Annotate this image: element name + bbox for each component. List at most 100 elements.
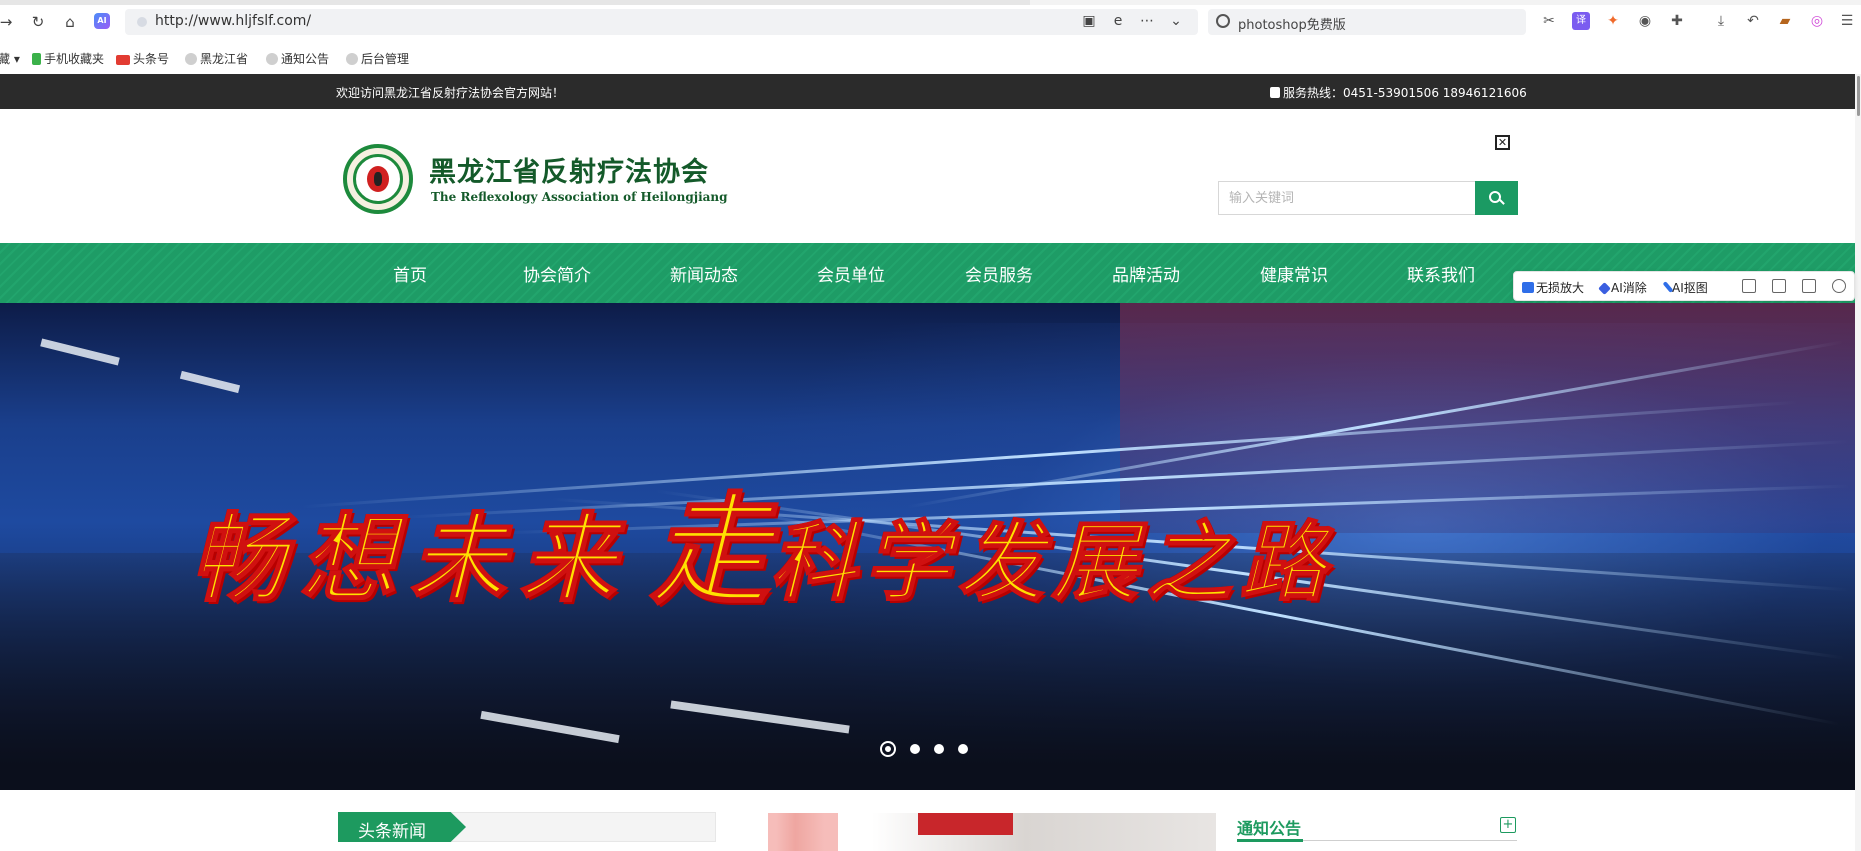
nav-home[interactable]: 首页 (393, 261, 427, 286)
extensions-icon[interactable]: ✚ (1668, 12, 1686, 30)
slide-dot-2[interactable] (910, 744, 920, 754)
site-search-button[interactable] (1475, 181, 1518, 215)
bookmark-admin[interactable]: 后台管理 (346, 50, 409, 67)
browser-toolbar: → ↻ ⌂ AI http://www.hljfslf.com/ ▣ e ⋯ ⌄… (0, 0, 1861, 42)
save-image-icon[interactable] (1802, 279, 1816, 293)
bookmark-notice[interactable]: 通知公告 (266, 50, 329, 67)
site-logo[interactable]: 黑龙江省反射疗法协会 The Reflexology Association o… (343, 144, 728, 216)
nav-news[interactable]: 新闻动态 (670, 261, 738, 286)
slogan-part-1: 畅想未来 (189, 501, 630, 616)
more-icon[interactable]: + (1500, 817, 1516, 833)
nav-contact[interactable]: 联系我们 (1407, 261, 1475, 286)
bookmark-label: 通知公告 (281, 52, 330, 66)
hero-banner[interactable]: 畅想未来 走科学发展之路 (0, 303, 1855, 790)
hotline-text: 服务热线：0451-53901506 18946121606 (1283, 86, 1527, 100)
tab-strip-gap (1030, 0, 1861, 5)
address-bar[interactable]: http://www.hljfslf.com/ ▣ e ⋯ ⌄ (125, 9, 1198, 35)
toolbar-label: AI消除 (1611, 281, 1647, 295)
color-wheel-icon[interactable]: ◎ (1808, 12, 1826, 30)
nav-brand-events[interactable]: 品牌活动 (1112, 261, 1180, 286)
ie-mode-icon[interactable]: e (1109, 13, 1127, 29)
eraser-icon (1598, 282, 1611, 295)
undo-icon[interactable]: ↶ (1744, 12, 1762, 30)
ai-assistant-icon[interactable]: AI (94, 13, 110, 29)
hotline: 服务热线：0451-53901506 18946121606 (1270, 84, 1527, 101)
slide-dot-1[interactable] (880, 741, 896, 757)
emblem-foot (374, 172, 382, 186)
headline-news-tab[interactable]: 头条新闻 (338, 812, 466, 842)
ai-erase-button[interactable]: AI消除 (1598, 279, 1647, 296)
toolbar-label: AI抠图 (1672, 281, 1708, 295)
bookmark-heilongjiang[interactable]: 黑龙江省 (185, 50, 248, 67)
settings-icon[interactable] (1832, 279, 1846, 293)
more-icon[interactable]: ⋯ (1138, 13, 1156, 29)
site-search (1218, 181, 1518, 215)
site-search-input[interactable] (1218, 181, 1475, 215)
site-info-icon[interactable] (137, 17, 147, 27)
browser-search-bar[interactable]: photoshop免费版 (1208, 9, 1526, 35)
logo-chinese-name: 黑龙江省反射疗法协会 (429, 157, 709, 188)
nav-health-tips[interactable]: 健康常识 (1260, 261, 1328, 286)
briefcase-icon[interactable]: ▰ (1776, 12, 1794, 30)
banner-slogan: 畅想未来 走科学发展之路 (189, 453, 1790, 627)
photo-sign (918, 813, 1013, 835)
lane-marking (40, 338, 120, 366)
search-icon-handle (1499, 199, 1505, 205)
image-ai-toolbar: 无损放大 AI消除 AI抠图 (1513, 271, 1855, 301)
bookmark-label: 藏 (0, 52, 11, 66)
nav-members[interactable]: 会员单位 (817, 261, 885, 286)
forward-icon[interactable]: → (0, 12, 16, 32)
zoom-image-icon (1522, 282, 1534, 293)
site-top-strip: 欢迎访问黑龙江省反射疗法协会官方网站！ 服务热线：0451-53901506 1… (0, 74, 1855, 109)
page-scrollbar[interactable] (1855, 74, 1861, 851)
translate-icon[interactable]: 译 (1572, 12, 1590, 30)
slide-dot-4[interactable] (958, 744, 968, 754)
globe-icon (266, 53, 278, 65)
browser-logo-icon[interactable]: ◉ (1636, 12, 1654, 30)
lane-marking (179, 370, 241, 394)
crop-icon[interactable] (1772, 279, 1786, 293)
photo-poster (768, 813, 838, 851)
bookmark-label: 手机收藏夹 (44, 52, 105, 66)
home-icon[interactable]: ⌂ (60, 12, 80, 32)
notice-title[interactable]: 通知公告 (1237, 815, 1301, 839)
edit-image-icon[interactable] (1742, 279, 1756, 293)
lossless-zoom-button[interactable]: 无损放大 (1522, 279, 1584, 296)
search-icon (1216, 14, 1230, 28)
download-icon[interactable]: ⤓ (1712, 12, 1730, 30)
slide-indicators (880, 741, 980, 757)
menu-icon[interactable]: ☰ (1838, 12, 1856, 30)
globe-icon (185, 53, 197, 65)
bookmark-label: 后台管理 (361, 52, 410, 66)
slogan-part-3: 科学发展之路 (769, 511, 1334, 614)
reload-icon[interactable]: ↻ (28, 12, 48, 32)
bookmark-folder[interactable]: 藏 ▾ (0, 50, 20, 67)
slogan-part-2: 走 (649, 479, 771, 622)
phone-icon (32, 53, 41, 65)
bookmark-label: 头条号 (133, 52, 170, 66)
phone-icon (1270, 87, 1280, 98)
logo-english-name: The Reflexology Association of Heilongji… (431, 190, 728, 204)
nav-member-services[interactable]: 会员服务 (965, 261, 1033, 286)
address-url[interactable]: http://www.hljfslf.com/ (155, 13, 311, 29)
association-emblem-icon (343, 144, 413, 214)
bookmark-toutiao[interactable]: 头条号 (116, 50, 169, 67)
toutiao-icon (116, 55, 130, 65)
headline-news-header: 头条新闻 (338, 812, 716, 842)
scissors-icon[interactable]: ✂ (1540, 12, 1558, 30)
nav-about[interactable]: 协会简介 (523, 261, 591, 286)
image-icon[interactable]: ▣ (1080, 13, 1098, 29)
close-icon[interactable]: ✕ (1495, 135, 1510, 150)
game-icon[interactable]: ✦ (1604, 12, 1622, 30)
slide-dot-3[interactable] (934, 744, 944, 754)
bookmark-label: 黑龙江省 (200, 52, 249, 66)
ai-cutout-button[interactable]: AI抠图 (1662, 279, 1708, 296)
notice-divider-accent (1237, 839, 1303, 842)
bookmarks-bar: 藏 ▾ 手机收藏夹 头条号 黑龙江省 通知公告 后台管理 (0, 43, 1861, 73)
bookmark-mobile[interactable]: 手机收藏夹 (32, 50, 104, 67)
chevron-down-icon[interactable]: ⌄ (1167, 13, 1185, 29)
globe-icon (346, 53, 358, 65)
browser-search-text[interactable]: photoshop免费版 (1238, 14, 1346, 33)
scrollbar-thumb[interactable] (1857, 76, 1860, 116)
news-photo[interactable] (738, 813, 1216, 851)
